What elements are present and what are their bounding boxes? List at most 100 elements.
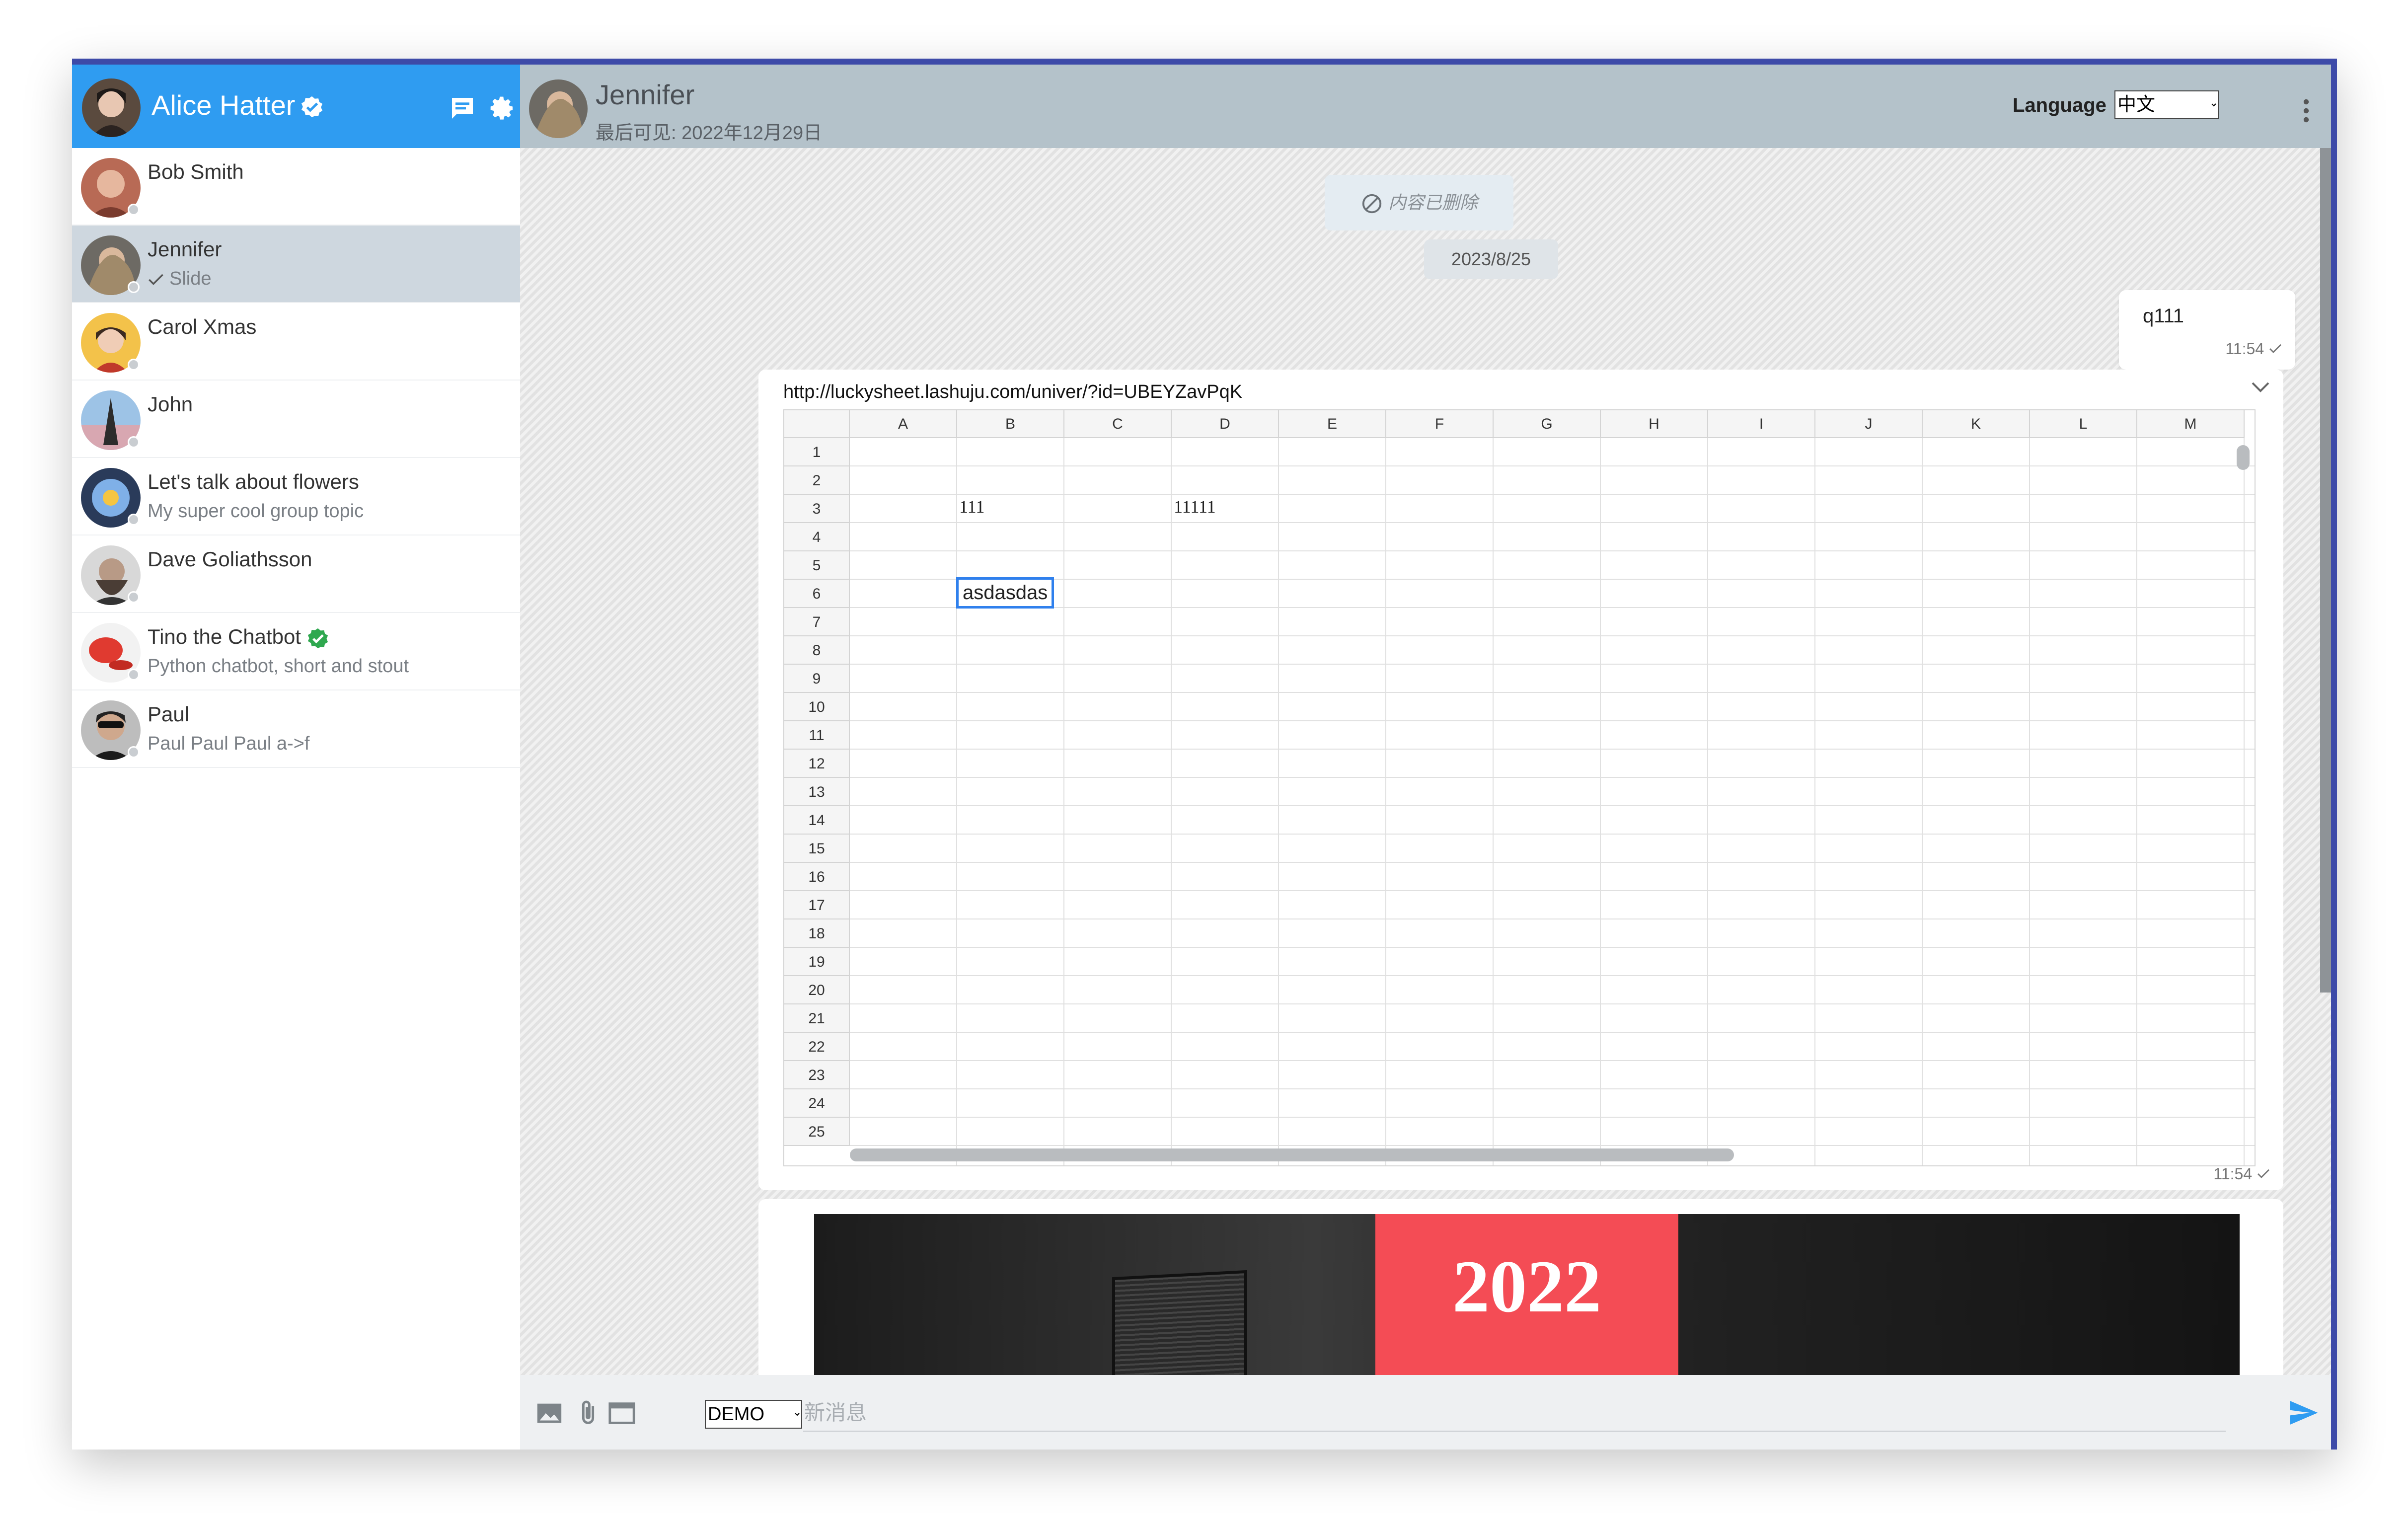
contact-item-paul[interactable]: Paul Paul Paul Paul a->f bbox=[72, 690, 520, 768]
column-header[interactable]: A bbox=[850, 410, 957, 438]
row-header[interactable]: 11 bbox=[784, 721, 850, 750]
cell-area[interactable]: 111 11111 asdasdas bbox=[850, 438, 2255, 1165]
outgoing-message[interactable]: q111 11:54 bbox=[2119, 290, 2295, 370]
row-header[interactable]: 20 bbox=[784, 976, 850, 1004]
column-header[interactable]: B bbox=[957, 410, 1064, 438]
message-composer: DEMO bbox=[520, 1375, 2331, 1450]
contact-last-message: Python chatbot, short and stout bbox=[148, 656, 409, 677]
row-header[interactable]: 8 bbox=[784, 636, 850, 665]
row-header[interactable]: 5 bbox=[784, 551, 850, 580]
column-header[interactable]: E bbox=[1279, 410, 1386, 438]
message-time-text: 11:54 bbox=[2213, 1165, 2253, 1183]
settings-gear-icon[interactable] bbox=[488, 94, 516, 122]
cell-b6-editor[interactable]: asdasdas bbox=[956, 577, 1054, 609]
column-header[interactable]: K bbox=[1923, 410, 2030, 438]
presence-dot bbox=[128, 204, 140, 216]
row-header[interactable]: 16 bbox=[784, 863, 850, 891]
presence-dot bbox=[128, 514, 140, 526]
column-header[interactable]: F bbox=[1386, 410, 1494, 438]
row-header[interactable]: 22 bbox=[784, 1033, 850, 1061]
grid-vertical-scrollbar[interactable] bbox=[2237, 445, 2250, 470]
column-header[interactable]: I bbox=[1708, 410, 1815, 438]
row-header[interactable]: 1 bbox=[784, 438, 850, 466]
presence-dot bbox=[128, 359, 140, 371]
row-header[interactable]: 2 bbox=[784, 466, 850, 495]
contact-list: Bob Smith Jennifer Slide Carol Xmas John bbox=[72, 148, 520, 768]
chat-app-window: Alice Hatter Bob Smith Jennifer Slide Ca… bbox=[72, 59, 2337, 1450]
paperclip-icon[interactable] bbox=[574, 1399, 602, 1428]
column-header[interactable]: M bbox=[2137, 410, 2245, 438]
row-header[interactable]: 9 bbox=[784, 665, 850, 693]
row-header[interactable]: 14 bbox=[784, 806, 850, 835]
contact-item-bob-smith[interactable]: Bob Smith bbox=[72, 148, 520, 226]
embed-window-icon[interactable] bbox=[607, 1399, 636, 1428]
column-header[interactable]: D bbox=[1172, 410, 1279, 438]
column-header[interactable]: J bbox=[1815, 410, 1923, 438]
contact-name: Tino the Chatbot bbox=[148, 625, 329, 649]
row-header[interactable]: 24 bbox=[784, 1089, 850, 1118]
chevron-down-icon[interactable] bbox=[2251, 380, 2270, 394]
row-header[interactable]: 7 bbox=[784, 608, 850, 636]
image-attach-icon[interactable] bbox=[535, 1399, 564, 1428]
row-header[interactable]: 3 bbox=[784, 495, 850, 523]
column-header[interactable]: L bbox=[2030, 410, 2137, 438]
send-icon[interactable] bbox=[2287, 1397, 2319, 1429]
my-avatar[interactable] bbox=[82, 78, 141, 137]
contact-last-message: My super cool group topic bbox=[148, 501, 364, 522]
blocked-icon bbox=[1362, 194, 1382, 214]
row-header[interactable]: 6 bbox=[784, 580, 850, 608]
column-header[interactable]: C bbox=[1064, 410, 1172, 438]
contact-item-dave-goliathsson[interactable]: Dave Goliathsson bbox=[72, 535, 520, 613]
sidebar-header: Alice Hatter bbox=[72, 65, 520, 148]
mode-select[interactable]: DEMO bbox=[705, 1400, 802, 1429]
chat-scrollbar[interactable] bbox=[2320, 148, 2331, 993]
column-header[interactable]: H bbox=[1601, 410, 1708, 438]
peer-avatar[interactable] bbox=[529, 79, 588, 138]
contact-item-flowers-group[interactable]: Let's talk about flowers My super cool g… bbox=[72, 458, 520, 535]
grid-corner[interactable] bbox=[784, 410, 850, 438]
row-header[interactable]: 4 bbox=[784, 523, 850, 551]
contact-name: Bob Smith bbox=[148, 160, 244, 183]
sidebar: Alice Hatter Bob Smith Jennifer Slide Ca… bbox=[72, 65, 521, 1450]
contact-last-message-text: Slide bbox=[169, 268, 212, 289]
contact-name: Carol Xmas bbox=[148, 315, 257, 338]
message-text: q111 bbox=[2143, 305, 2184, 327]
new-chat-icon[interactable] bbox=[449, 94, 476, 122]
presence-dot bbox=[128, 281, 140, 293]
peer-name: Jennifer bbox=[596, 79, 695, 110]
row-header[interactable]: 10 bbox=[784, 693, 850, 721]
row-header[interactable]: 18 bbox=[784, 919, 850, 948]
row-header[interactable]: 13 bbox=[784, 778, 850, 806]
row-header[interactable]: 21 bbox=[784, 1004, 850, 1033]
language-select[interactable]: 中文 bbox=[2114, 90, 2219, 119]
column-header[interactable]: G bbox=[1494, 410, 1601, 438]
spreadsheet-grid[interactable]: ABCDEFGHIJKLM 1 2 3 4 5 6 7 8 9 10 11 12 13 14 15 16 17 1… bbox=[783, 409, 2256, 1166]
row-header[interactable]: 23 bbox=[784, 1061, 850, 1089]
row-header[interactable]: 12 bbox=[784, 750, 850, 778]
contact-item-tino-chatbot[interactable]: Tino the Chatbot Python chatbot, short a… bbox=[72, 613, 520, 690]
cell-b3[interactable]: 111 bbox=[959, 496, 984, 517]
contact-item-jennifer[interactable]: Jennifer Slide bbox=[72, 226, 520, 303]
presence-dot bbox=[128, 591, 140, 603]
cell-d3[interactable]: 11111 bbox=[1174, 496, 1216, 517]
date-separator: 2023/8/25 bbox=[1424, 239, 1558, 279]
check-icon bbox=[2258, 1169, 2269, 1178]
contact-item-john[interactable]: John bbox=[72, 381, 520, 458]
contact-item-carol-xmas[interactable]: Carol Xmas bbox=[72, 303, 520, 381]
presence-dot bbox=[128, 669, 140, 681]
row-header[interactable]: 25 bbox=[784, 1118, 850, 1146]
language-label: Language bbox=[2013, 94, 2107, 116]
last-seen-status: 最后可见: 2022年12月29日 bbox=[596, 123, 823, 144]
row-header[interactable]: 15 bbox=[784, 835, 850, 863]
message-input[interactable] bbox=[803, 1395, 2226, 1432]
verified-badge-icon bbox=[307, 628, 328, 649]
grid-horizontal-scrollbar[interactable] bbox=[850, 1148, 1734, 1161]
contact-name-text: Tino the Chatbot bbox=[148, 625, 301, 648]
row-header[interactable]: 19 bbox=[784, 948, 850, 976]
deleted-message-text: 内容已删除 bbox=[1388, 192, 1478, 213]
embed-url[interactable]: http://luckysheet.lashuju.com/univer/?id… bbox=[783, 382, 1242, 403]
more-menu-icon[interactable] bbox=[2303, 98, 2309, 123]
row-header[interactable]: 17 bbox=[784, 891, 850, 919]
contact-name: Dave Goliathsson bbox=[148, 547, 312, 571]
spreadsheet-embed-message[interactable]: http://luckysheet.lashuju.com/univer/?id… bbox=[758, 370, 2283, 1190]
